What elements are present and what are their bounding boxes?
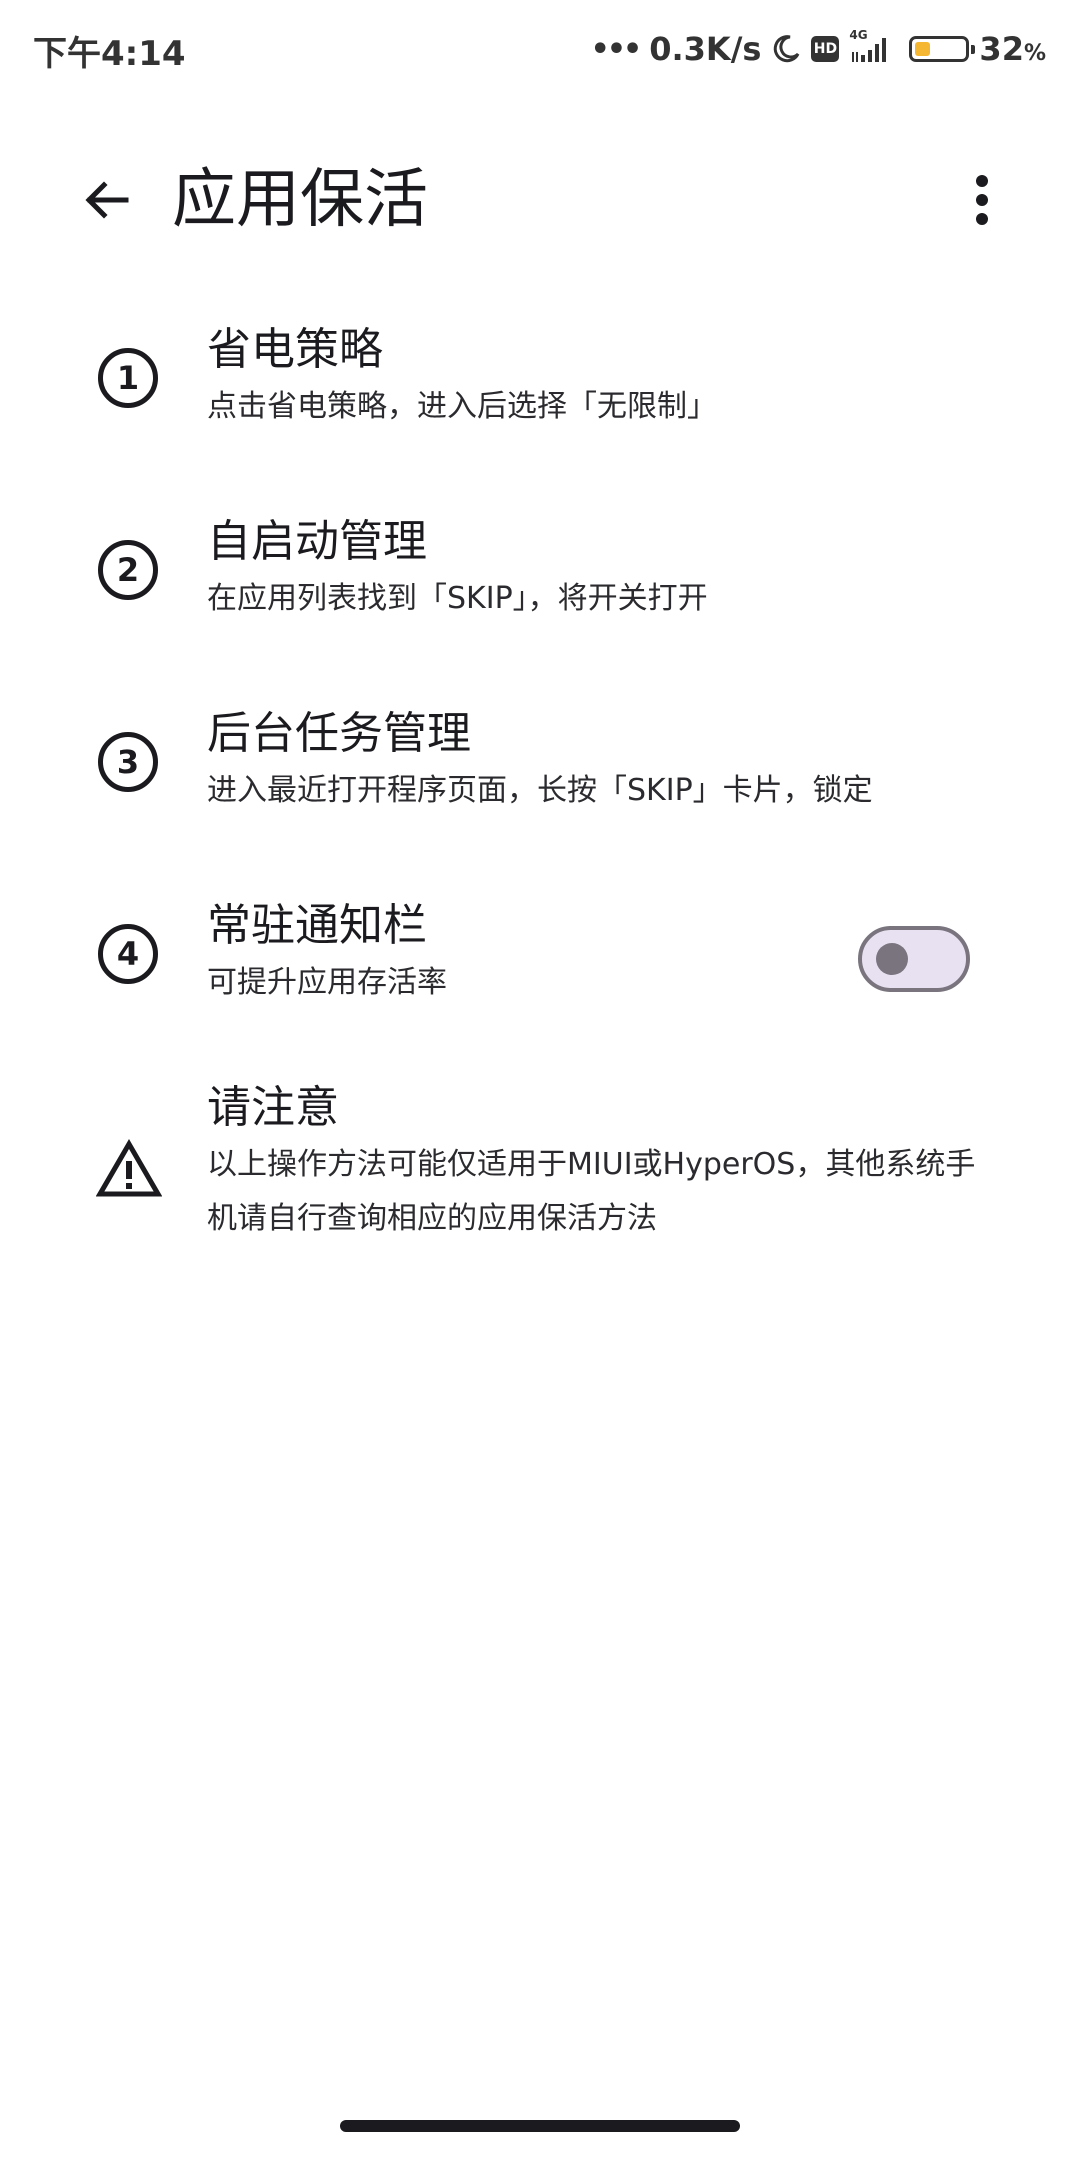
list-item-background-tasks[interactable]: 3 后台任务管理 进入最近打开程序页面，长按「SKIP」卡片，锁定 xyxy=(0,706,1080,846)
more-vert-icon xyxy=(976,175,988,225)
step-three-icon: 3 xyxy=(96,730,160,794)
page-title: 应用保活 xyxy=(172,163,428,237)
arrow-back-icon xyxy=(85,181,129,219)
item-subtitle: 在应用列表找到「SKIP」，将开关打开 xyxy=(207,581,708,616)
item-title: 常驻通知栏 xyxy=(207,900,427,951)
notice-section: 请注意 以上操作方法可能仅适用于MIUI或HyperOS，其他系统手机请自行查询… xyxy=(0,1080,1080,1250)
hd-badge: HD xyxy=(811,36,840,62)
network-speed: 0.3K/s xyxy=(649,30,762,68)
step-two-icon: 2 xyxy=(96,538,160,602)
item-title: 自启动管理 xyxy=(207,516,427,567)
notice-title: 请注意 xyxy=(207,1082,339,1133)
more-options-button[interactable] xyxy=(952,160,1012,240)
do-not-disturb-moon-icon xyxy=(774,35,800,63)
item-subtitle: 可提升应用存活率 xyxy=(207,965,447,1000)
warning-icon xyxy=(94,1134,164,1204)
more-notifications-icon: ••• xyxy=(590,31,643,67)
list-item-autostart[interactable]: 2 自启动管理 在应用列表找到「SKIP」，将开关打开 xyxy=(0,514,1080,654)
back-button[interactable] xyxy=(66,160,146,240)
battery-fill xyxy=(915,42,931,56)
status-bar: 下午4:14 ••• 0.3K/s HD 4G 32% xyxy=(0,0,1080,100)
toggle-knob xyxy=(876,943,908,975)
step-four-icon: 4 xyxy=(96,922,160,986)
item-subtitle: 点击省电策略，进入后选择「无限制」 xyxy=(207,389,717,424)
battery-percent: 32% xyxy=(979,30,1046,68)
list-item-persistent-notification[interactable]: 4 常驻通知栏 可提升应用存活率 xyxy=(0,898,1080,1038)
step-one-icon: 1 xyxy=(96,346,160,410)
home-indicator[interactable] xyxy=(340,2120,740,2132)
item-title: 省电策略 xyxy=(207,324,383,375)
notice-body: 以上操作方法可能仅适用于MIUI或HyperOS，其他系统手机请自行查询相应的应… xyxy=(207,1147,976,1236)
item-title: 后台任务管理 xyxy=(207,708,471,759)
persistent-notification-toggle[interactable] xyxy=(858,926,970,992)
status-time: 下午4:14 xyxy=(33,34,186,74)
top-app-bar: 应用保活 xyxy=(0,130,1080,270)
list-item-power-saving[interactable]: 1 省电策略 点击省电策略，进入后选择「无限制」 xyxy=(0,322,1080,462)
item-subtitle: 进入最近打开程序页面，长按「SKIP」卡片，锁定 xyxy=(207,773,873,808)
status-indicators: ••• 0.3K/s HD 4G 32% xyxy=(591,26,1046,72)
battery-icon xyxy=(909,36,976,62)
cell-signal-icon: 4G xyxy=(849,28,893,64)
